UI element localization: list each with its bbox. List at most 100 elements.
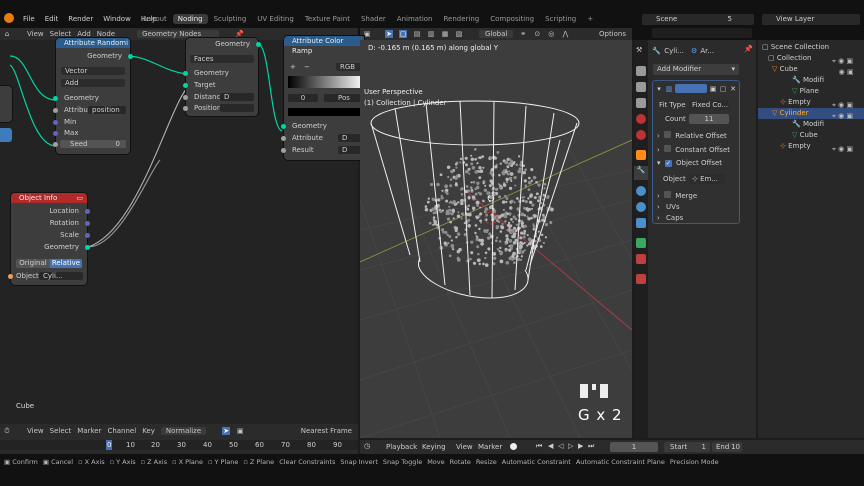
relative-offset-row[interactable]: › Relative Offset [657, 131, 727, 141]
snap-icon[interactable]: ▣ [236, 427, 244, 435]
fit-type-dropdown[interactable]: Fixed Co... [689, 100, 729, 110]
material-tab-icon[interactable] [636, 254, 646, 264]
eye-icon[interactable] [832, 133, 862, 144]
seed-field[interactable]: Seed 0 [60, 140, 126, 148]
offset-object-field[interactable]: ⊹ Em... [689, 174, 725, 184]
socket-result-in[interactable] [281, 148, 286, 153]
attribute-field[interactable]: position [88, 106, 126, 114]
marker-menu[interactable]: Marker [478, 443, 502, 451]
socket-distance-in[interactable] [183, 95, 188, 100]
options-button[interactable]: Options [599, 30, 626, 38]
blue-socket-node[interactable] [0, 128, 12, 142]
color-ramp-gradient[interactable] [288, 76, 364, 88]
normalize-toggle[interactable]: Normalize [160, 427, 207, 435]
pin-icon[interactable]: 📌 [235, 30, 244, 38]
select-invert-icon[interactable]: ▦ [441, 30, 449, 38]
socket-location-out[interactable] [85, 209, 90, 214]
physics-tab-icon[interactable] [636, 202, 646, 212]
tab-animation[interactable]: Animation [392, 14, 438, 24]
tab-rendering[interactable]: Rendering [438, 14, 484, 24]
view-layer-tab-icon[interactable] [636, 98, 646, 108]
outliner-plane[interactable]: ▽ Plane [792, 86, 819, 97]
world-tab-icon[interactable] [636, 130, 646, 140]
attribute-color-ramp-node[interactable]: Attribute Color Ramp + − RGB 0 Pos Geome… [281, 36, 364, 160]
eye-icon[interactable]: ⌖ ◉ ▣ [832, 111, 862, 122]
jump-start-icon[interactable]: ⏮ [536, 442, 542, 451]
pivot-icon[interactable]: ⚭ [519, 30, 527, 38]
stop-pos-field[interactable]: Pos [324, 94, 364, 102]
node-menu-select[interactable]: Select [50, 30, 72, 38]
node-menu-add[interactable]: Add [77, 30, 91, 38]
dope-menu-view[interactable]: View [27, 427, 44, 435]
socket-min-in[interactable] [53, 120, 58, 125]
close-icon[interactable]: ✕ [729, 85, 737, 93]
editor-type-icon[interactable]: ⌂ [3, 30, 11, 38]
eye-icon[interactable]: ⌖ ◉ ▣ [832, 100, 862, 111]
tool-tab-icon[interactable]: ⚒ [636, 46, 646, 56]
tab-uv-editing[interactable]: UV Editing [252, 14, 299, 24]
pin-icon[interactable]: 📌 [744, 45, 753, 53]
type-dropdown[interactable]: Vector [61, 67, 125, 75]
relative-button[interactable]: Relative [50, 259, 82, 268]
socket-attribute-in[interactable] [281, 136, 286, 141]
dope-menu-key[interactable]: Key [142, 427, 155, 435]
dope-menu-channel[interactable]: Channel [107, 427, 136, 435]
editor-type-icon[interactable]: ◷ [364, 442, 370, 450]
socket-geometry-in[interactable] [53, 96, 58, 101]
partial-node-left[interactable] [0, 86, 12, 122]
merge-checkbox[interactable] [664, 191, 672, 198]
tab-scripting[interactable]: Scripting [540, 14, 581, 24]
merge-row[interactable]: › Merge [657, 191, 697, 201]
filter-icon[interactable]: ➤ [222, 427, 231, 435]
constant-offset-checkbox[interactable] [664, 145, 672, 152]
node-editor[interactable]: Attribute Randomi Geometry Vector Add Ge… [0, 36, 364, 438]
node-menu-node[interactable]: Node [97, 30, 115, 38]
outliner-collection[interactable]: ▢ Collection [768, 53, 811, 64]
end-frame-field[interactable]: End 10 [712, 442, 742, 452]
blender-logo-icon[interactable] [4, 13, 14, 23]
outliner-cube-modifier[interactable]: 🔧 Modifi [792, 75, 824, 86]
distance-field[interactable]: D [220, 93, 254, 101]
editor-type-icon[interactable]: ⏱ [3, 427, 11, 435]
render-tab-icon[interactable] [636, 66, 646, 76]
viewport-type-icon[interactable]: ▣ [363, 30, 371, 38]
play-icon[interactable]: ▷ [568, 442, 573, 450]
select-intersect-icon[interactable]: ▧ [455, 30, 463, 38]
tab-shader[interactable]: Shader [356, 14, 391, 24]
modifier-tab-icon[interactable]: 🔧 [634, 166, 648, 180]
playback-menu[interactable]: Playback [386, 443, 417, 451]
select-tool-icon[interactable]: ➤ [385, 30, 393, 38]
socket-scale-out[interactable] [85, 233, 90, 238]
transform-orientation[interactable]: Global [479, 30, 514, 38]
snap-icon[interactable]: ⊙ [533, 30, 541, 38]
outliner-cylinder-cube[interactable]: ▽ Cube [792, 130, 818, 141]
outliner-cylinder-empty[interactable]: ⊹ Empty [780, 141, 811, 152]
texture-tab-icon[interactable] [636, 274, 646, 284]
socket-seed-in[interactable] [53, 142, 58, 147]
nearest-frame-dropdown[interactable]: Nearest Frame [301, 427, 352, 435]
eye-icon[interactable] [832, 89, 862, 100]
socket-geometry-in[interactable] [183, 71, 188, 76]
socket-geometry-out[interactable] [85, 245, 90, 250]
object-info-node[interactable]: Object Info ▭ Location Rotation Scale Ge… [8, 193, 90, 285]
object-tab-icon[interactable] [636, 150, 646, 160]
start-frame-field[interactable]: Start 1 [664, 442, 710, 452]
tab-layout[interactable]: Layout [138, 14, 172, 24]
particles-tab-icon[interactable] [636, 186, 646, 196]
stop-color-swatch[interactable] [288, 108, 364, 116]
socket-object-in[interactable] [8, 274, 13, 279]
select-subtract-icon[interactable]: ▥ [427, 30, 435, 38]
relative-offset-checkbox[interactable] [664, 131, 672, 138]
record-icon[interactable] [510, 443, 517, 450]
current-frame-field[interactable]: 1 [610, 442, 658, 452]
menu-edit[interactable]: Edit [40, 15, 64, 23]
outliner-scene-collection[interactable]: ▢ Scene Collection [762, 42, 829, 53]
scene-tab-icon[interactable] [636, 114, 646, 124]
node-preview-icon[interactable]: ▭ [76, 194, 83, 202]
socket-geometry-out[interactable] [256, 42, 261, 47]
constant-offset-row[interactable]: › Constant Offset [657, 145, 730, 155]
socket-position-in[interactable] [183, 106, 188, 111]
data-tab-icon[interactable] [636, 238, 646, 248]
view-menu[interactable]: View [456, 443, 473, 451]
select-extend-icon[interactable]: ▤ [413, 30, 421, 38]
